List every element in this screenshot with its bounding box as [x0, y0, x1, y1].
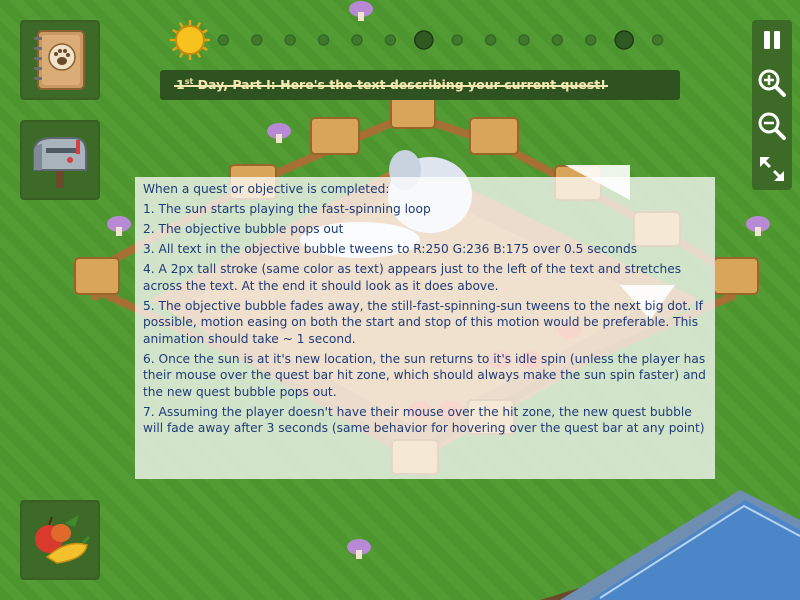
quest-bar[interactable]: 1st Day, Part I: Here's the text describ… [160, 70, 680, 100]
mushroom-decoration [347, 539, 371, 559]
quest-milestone-dot [614, 30, 634, 50]
mushroom-decoration [107, 216, 131, 236]
quest-progress-track [170, 20, 664, 60]
game-scene: 1st Day, Part I: Here's the text describ… [0, 0, 800, 600]
quest-step-dot [651, 34, 664, 46]
fence-post [310, 117, 360, 155]
zoom-in-icon [758, 69, 786, 97]
instruction-step: 5. The objective bubble fades away, the … [143, 298, 703, 346]
mushroom-decoration [746, 216, 770, 236]
fullscreen-button[interactable] [752, 149, 792, 189]
quest-step-dot [384, 34, 397, 46]
fullscreen-icon [760, 157, 784, 181]
fence-post [469, 117, 519, 155]
instructions-heading: When a quest or objective is completed: [143, 182, 390, 196]
fence-post [390, 95, 436, 129]
zoom-out-button[interactable] [752, 106, 792, 146]
instruction-step: 6. Once the sun is at it's new location,… [143, 351, 706, 399]
instruction-step: 4. A 2px tall stroke (same color as text… [143, 262, 682, 293]
quest-step-dot [551, 34, 564, 46]
instruction-step: 3. All text in the objective bubble twee… [143, 242, 638, 256]
pond [540, 490, 800, 600]
instruction-step: 7. Assuming the player doesn't have thei… [143, 404, 705, 436]
pause-button[interactable] [752, 20, 792, 60]
quest-text-completed: 1st Day, Part I: Here's the text describ… [174, 77, 608, 93]
mushroom-decoration [267, 123, 291, 143]
mailbox-icon [33, 137, 87, 188]
instruction-step: 2. The objective bubble pops out [143, 222, 344, 236]
quest-step-dot [284, 34, 296, 46]
quest-step-dot [585, 34, 597, 46]
quest-step-dot [484, 34, 497, 46]
produce-button[interactable] [20, 500, 100, 580]
quest-step-dot [451, 34, 463, 46]
instruction-step: 1. The sun starts playing the fast-spinn… [143, 202, 431, 216]
quest-step-dot [351, 34, 363, 46]
quest-milestone-dot [414, 30, 434, 50]
pause-icon [764, 31, 780, 49]
view-controls [752, 20, 792, 190]
journal-paw-icon [34, 30, 85, 90]
quest-strike-line [174, 85, 608, 87]
mailbox-button[interactable] [20, 120, 100, 200]
produce-basket-icon [35, 515, 91, 564]
fence-post [713, 257, 759, 295]
fence-post [74, 257, 120, 295]
zoom-in-button[interactable] [752, 63, 792, 103]
quest-step-dot [217, 34, 230, 46]
instructions-panel: When a quest or objective is completed: … [135, 177, 715, 479]
quest-step-dot [518, 34, 530, 46]
zoom-out-icon [758, 112, 786, 140]
sun-progress-marker [170, 20, 210, 60]
quest-step-dot [251, 34, 263, 46]
journal-button[interactable] [20, 20, 100, 100]
mushroom-decoration [349, 1, 373, 21]
quest-step-dot [317, 34, 330, 46]
